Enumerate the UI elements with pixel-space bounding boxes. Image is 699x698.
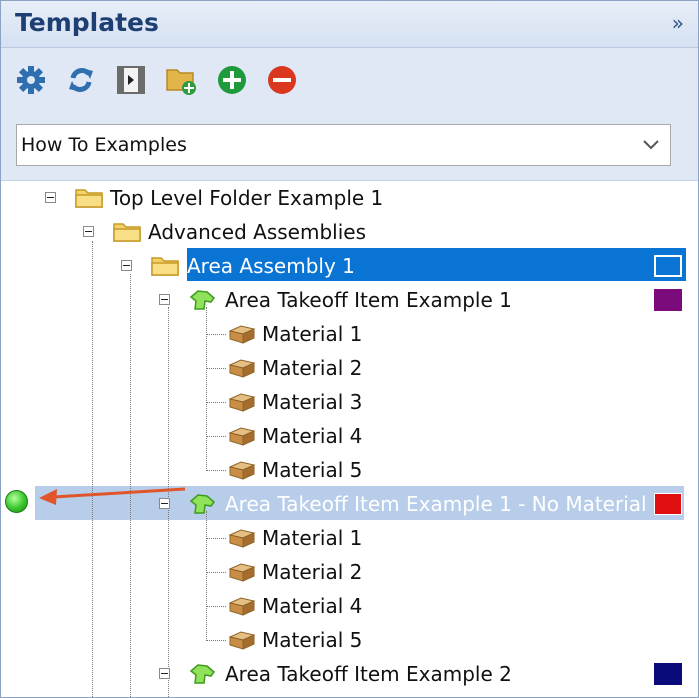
material-box-icon (228, 529, 256, 548)
area-shape-icon (189, 664, 216, 684)
tree-node-material[interactable]: Material 4 (227, 591, 427, 621)
tree-node-label: Material 1 (262, 322, 363, 346)
tree-node-label: Area Takeoff Item Example 1 (225, 288, 512, 312)
folder-icon (75, 189, 103, 208)
material-box-icon (228, 325, 256, 344)
template-set-dropdown[interactable]: How To Examples (16, 124, 671, 166)
folder-icon (151, 257, 179, 276)
tree-node-area-assembly[interactable]: Area Assembly 1 (121, 251, 686, 281)
folder-icon (113, 223, 141, 242)
tree-node-label: Area Takeoff Item Example 2 (225, 662, 512, 686)
tree-node-label: Material 4 (262, 594, 363, 618)
material-box-icon (228, 597, 256, 616)
tree-node-material[interactable]: Material 5 (227, 455, 427, 485)
status-dot-icon (5, 490, 28, 513)
tree-node-label: Material 2 (262, 560, 363, 584)
tree-node-takeoff-item-2[interactable]: Area Takeoff Item Example 2 (159, 659, 686, 689)
tree-node-label: Area Assembly 1 (187, 254, 355, 278)
tree-node-material[interactable]: Material 2 (227, 353, 427, 383)
tree-node-label: Material 4 (262, 424, 363, 448)
collapse-toggle[interactable] (159, 668, 170, 679)
new-folder-icon[interactable] (165, 64, 199, 96)
gear-icon[interactable] (15, 64, 47, 96)
annotation-arrow-icon (39, 487, 186, 505)
material-box-icon (228, 563, 256, 582)
tree-node-label: Advanced Assemblies (148, 220, 366, 244)
area-shape-icon (189, 290, 216, 310)
color-swatch[interactable] (654, 663, 682, 685)
template-set-value: How To Examples (21, 134, 187, 156)
refresh-icon[interactable] (65, 64, 97, 96)
template-view-icon[interactable] (115, 64, 147, 96)
add-icon[interactable] (216, 64, 248, 96)
material-box-icon (228, 427, 256, 446)
material-box-icon (228, 359, 256, 378)
tree-node-takeoff-item-1-no-material-3[interactable]: Area Takeoff Item Example 1 - No Materia… (159, 489, 686, 519)
chevron-down-icon[interactable] (642, 135, 660, 153)
tree-node-label: Material 2 (262, 356, 363, 380)
tree-node-material[interactable]: Material 1 (227, 523, 427, 553)
tree-node-label: Material 5 (262, 458, 363, 482)
tree-node-advanced-assemblies[interactable]: Advanced Assemblies (83, 217, 403, 247)
tree-node-material[interactable]: Material 1 (227, 319, 427, 349)
tree-node-material[interactable]: Material 5 (227, 625, 427, 655)
template-tree: Top Level Folder Example 1 Advanced Asse… (1, 181, 698, 697)
color-swatch[interactable] (654, 289, 682, 311)
template-set-bar: How To Examples (1, 114, 698, 181)
panel-header: Templates » (1, 1, 698, 48)
collapse-icon[interactable]: » (672, 11, 684, 35)
collapse-toggle[interactable] (159, 294, 170, 305)
tree-node-label: Material 5 (262, 628, 363, 652)
tree-node-label: Area Takeoff Item Example 1 - No Materia… (225, 492, 652, 516)
tree-node-material[interactable]: Material 4 (227, 421, 427, 451)
material-box-icon (228, 461, 256, 480)
material-box-icon (228, 393, 256, 412)
collapse-toggle[interactable] (45, 192, 56, 203)
tree-node-label: Top Level Folder Example 1 (110, 186, 384, 210)
tree-node-label: Material 1 (262, 526, 363, 550)
panel-title: Templates (15, 8, 159, 37)
color-swatch[interactable] (654, 493, 682, 515)
collapse-toggle[interactable] (83, 226, 94, 237)
tree-node-material[interactable]: Material 3 (227, 387, 427, 417)
remove-icon[interactable] (266, 64, 298, 96)
toolbar (1, 48, 698, 114)
material-box-icon (228, 631, 256, 650)
color-swatch[interactable] (654, 255, 682, 277)
templates-panel: Templates » How To Examples Top Level Fo… (0, 0, 699, 698)
collapse-toggle[interactable] (121, 260, 132, 271)
tree-node-takeoff-item-1[interactable]: Area Takeoff Item Example 1 (159, 285, 686, 315)
tree-node-material[interactable]: Material 2 (227, 557, 427, 587)
tree-node-top-folder[interactable]: Top Level Folder Example 1 (45, 183, 405, 213)
tree-node-label: Material 3 (262, 390, 363, 414)
